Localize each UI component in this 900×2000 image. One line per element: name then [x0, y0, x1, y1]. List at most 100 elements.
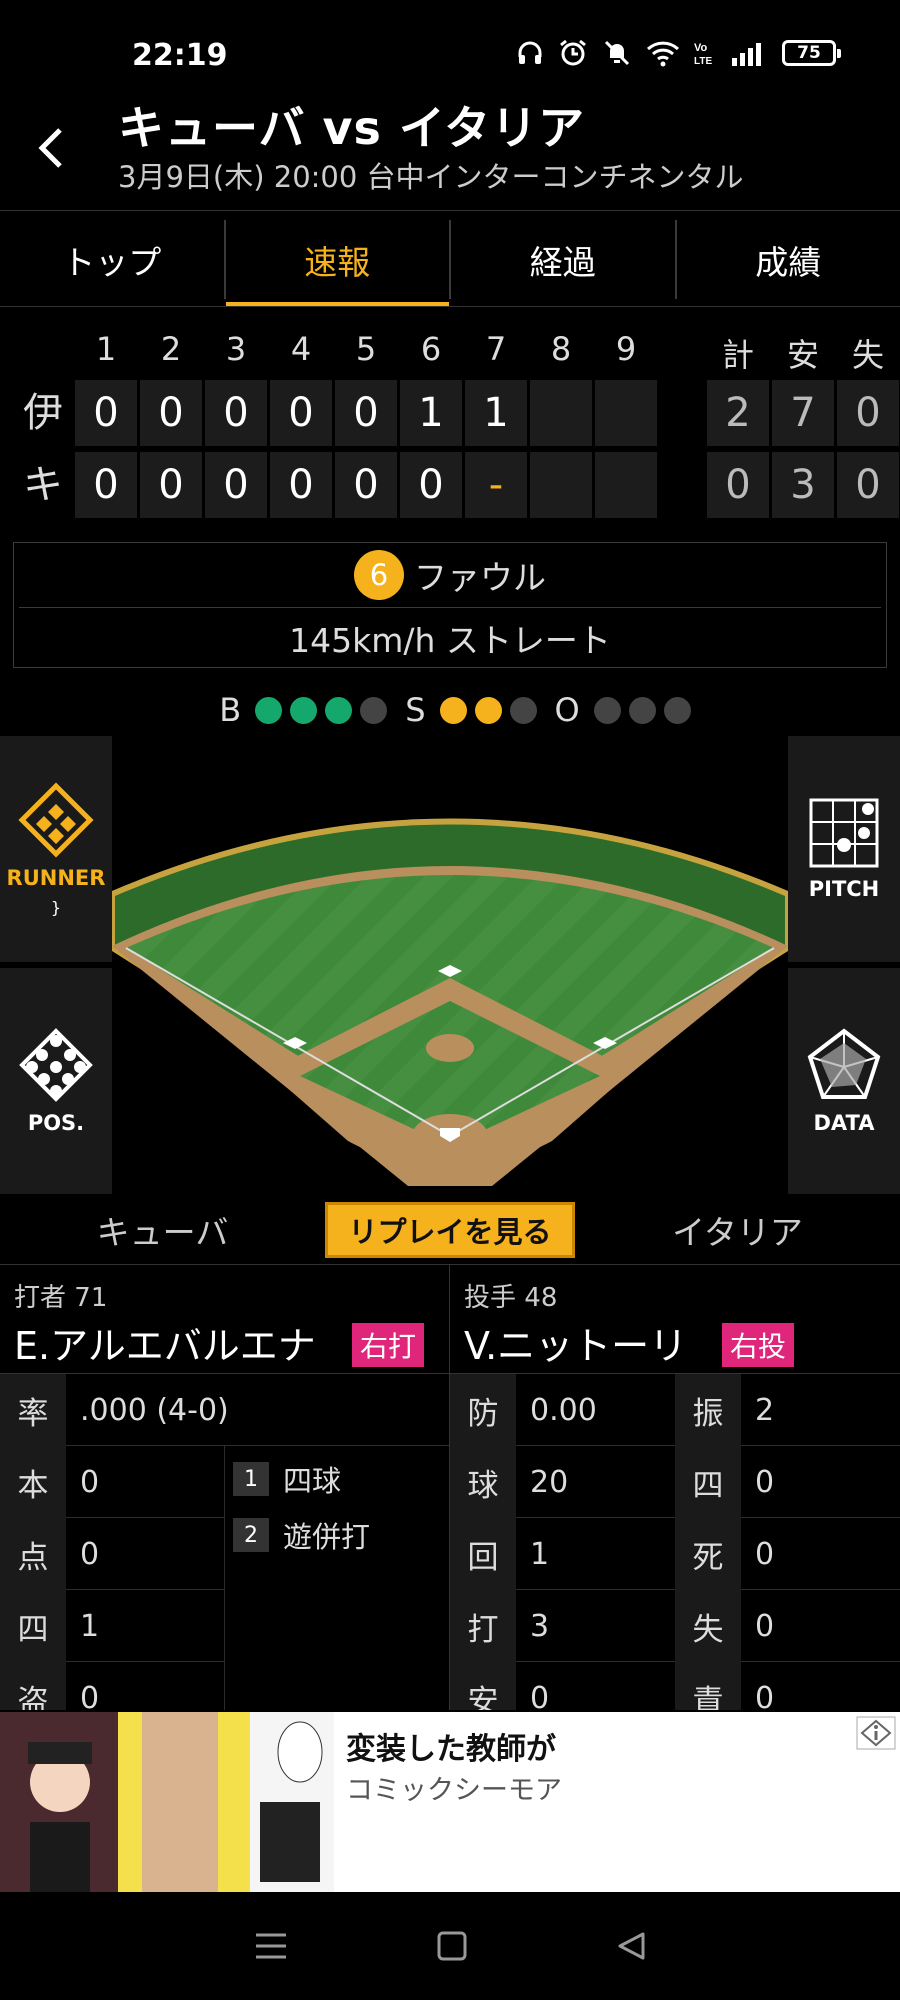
- menu-icon[interactable]: [254, 1931, 288, 1961]
- stat-value: 0: [755, 1536, 775, 1572]
- score-cell: [595, 452, 657, 518]
- chevron-left-icon: [38, 128, 62, 168]
- tab-live[interactable]: 速報: [225, 220, 451, 307]
- score-cell: 0: [400, 452, 462, 518]
- divider: [0, 210, 900, 211]
- stat-key: 安: [450, 1662, 516, 1710]
- inning-header: 9: [615, 330, 637, 368]
- score-cell: 0: [335, 380, 397, 446]
- divider: [19, 607, 881, 608]
- svg-text:Vo: Vo: [694, 42, 708, 54]
- ad-title[interactable]: 変装した教師が: [346, 1724, 556, 1768]
- system-nav-bar: [0, 1892, 900, 2000]
- pitch-button[interactable]: PITCH: [788, 736, 900, 962]
- stat-key: 振: [675, 1374, 741, 1446]
- batter-hand-badge: 右打: [352, 1323, 425, 1367]
- score-cell: 0: [75, 452, 137, 518]
- stat-key: 四: [675, 1446, 741, 1518]
- pitch-label: PITCH: [808, 877, 880, 901]
- stat-value: 0: [755, 1608, 775, 1644]
- pitcher-stat-row: 回 1: [450, 1518, 675, 1590]
- pitcher-hand-badge: 右投: [722, 1323, 795, 1367]
- team-italy-tab[interactable]: イタリア: [575, 1206, 900, 1254]
- ad-sponsor[interactable]: コミックシーモア: [346, 1768, 562, 1807]
- stat-key: 防: [450, 1374, 516, 1446]
- data-button[interactable]: DATA: [788, 968, 900, 1194]
- stat-key: 死: [675, 1518, 741, 1590]
- stats-table: 率 .000 (4-0) 本 0 点 0 四 1 盗 0 1 四球 2 遊併打 …: [0, 1374, 900, 1710]
- game-info: 3月9日(木) 20:00 台中インターコンチネンタル: [118, 160, 744, 194]
- info-icon: [856, 1716, 896, 1750]
- status-time: 22:19: [132, 38, 228, 73]
- divider: [449, 1264, 450, 1710]
- wifi-icon: [646, 41, 680, 67]
- team-cuba-tab[interactable]: キューバ: [0, 1206, 325, 1254]
- stat-value: 0: [80, 1680, 100, 1711]
- score-cell: 0: [75, 380, 137, 446]
- play-result: ファウル: [414, 558, 546, 597]
- ball-dot: [360, 696, 388, 724]
- mute-icon: [604, 40, 630, 66]
- pitcher-stat-row: 四 0: [675, 1446, 900, 1518]
- score-cell: 0: [205, 380, 267, 446]
- stat-value: 1: [530, 1536, 550, 1572]
- teams-bar: キューバ リプレイを見る イタリア: [0, 1196, 900, 1264]
- pitcher-info[interactable]: 投手 48 V.ニットーリ 右投: [450, 1265, 900, 1375]
- batter-stat-row: 本 0: [0, 1446, 224, 1518]
- out-dot: [628, 696, 656, 724]
- score-cell: 1: [400, 380, 462, 446]
- stat-value: 3: [530, 1608, 550, 1644]
- inning-header: 7: [485, 330, 507, 368]
- team-label-cuba: キ: [23, 462, 63, 508]
- pitcher-stat-row: 球 20: [450, 1446, 675, 1518]
- stat-key: 盗: [0, 1662, 66, 1710]
- scoreboard: 1 2 3 4 5 6 7 8 9 計 安 失 伊 0 0 0 0 0 1 1 …: [0, 318, 900, 528]
- total-errors: 0: [837, 380, 899, 446]
- ad-image[interactable]: [0, 1712, 334, 1892]
- inning-header: 2: [160, 330, 182, 368]
- batter-stat-row: 点 0: [0, 1518, 224, 1590]
- batter-info[interactable]: 打者 71 E.アルエバルエナ 右打: [0, 1265, 450, 1375]
- at-bat-result: 遊併打: [283, 1520, 371, 1554]
- stat-key: 失: [675, 1590, 741, 1662]
- ball-label: B: [219, 691, 242, 729]
- total-hits: 7: [772, 380, 834, 446]
- back-button[interactable]: [26, 118, 76, 178]
- replay-button[interactable]: リプレイを見る: [325, 1202, 575, 1258]
- tab-top[interactable]: トップ: [0, 220, 226, 299]
- field-area: RUNNER } POS. PITCH DATA: [0, 736, 900, 1194]
- score-cell: 0: [205, 452, 267, 518]
- ad-info-button[interactable]: [854, 1714, 898, 1752]
- runner-button[interactable]: RUNNER }: [0, 736, 112, 962]
- strike-dot: [439, 696, 467, 724]
- stat-value: 0: [80, 1536, 100, 1572]
- pitcher-stat-row: 死 0: [675, 1518, 900, 1590]
- batter-sub: 打者 71: [14, 1277, 107, 1314]
- score-cell: 0: [270, 380, 332, 446]
- alarm-icon: [560, 39, 586, 66]
- play-result-box: 6 ファウル 145km/h ストレート: [13, 542, 887, 668]
- tab-bar: トップ 速報 経過 成績: [0, 212, 900, 307]
- at-bat-item[interactable]: 2 遊併打: [233, 1512, 450, 1558]
- ball-dot: [255, 696, 283, 724]
- score-cell: [595, 380, 657, 446]
- score-cell: 0: [270, 452, 332, 518]
- stat-key: 球: [450, 1446, 516, 1518]
- tab-stats[interactable]: 成績: [677, 220, 900, 299]
- pos-button[interactable]: POS.: [0, 968, 112, 1194]
- batter-role: 打者: [14, 1283, 67, 1313]
- bso-count: B S O: [0, 690, 900, 730]
- pitcher-sub: 投手 48: [464, 1277, 557, 1314]
- ad-banner[interactable]: 変装した教師が コミックシーモア: [0, 1712, 900, 1892]
- at-bat-item[interactable]: 1 四球: [233, 1456, 450, 1502]
- home-icon[interactable]: [437, 1931, 467, 1961]
- player-matchup: 打者 71 E.アルエバルエナ 右打 投手 48 V.ニットーリ 右投: [0, 1264, 900, 1374]
- stat-key: 率: [0, 1374, 66, 1446]
- batter-stat-row: 率 .000 (4-0): [0, 1374, 449, 1446]
- stat-value: 0: [80, 1464, 100, 1500]
- inning-header: 3: [225, 330, 247, 368]
- tab-progress[interactable]: 経過: [451, 220, 677, 299]
- pitcher-stat-row: 防 0.00: [450, 1374, 675, 1446]
- pitcher-name: V.ニットーリ: [464, 1324, 688, 1368]
- back-icon[interactable]: [616, 1931, 646, 1961]
